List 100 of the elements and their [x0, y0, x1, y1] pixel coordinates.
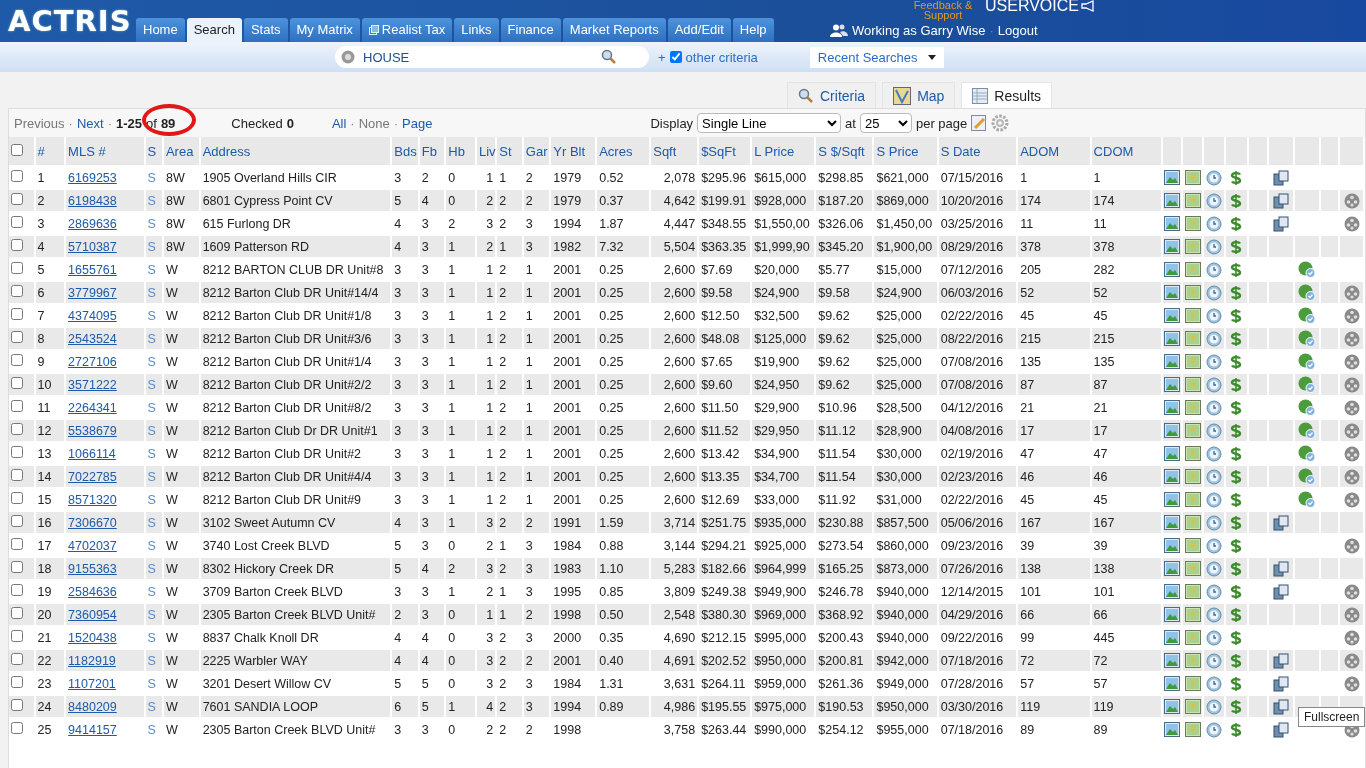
mls-link[interactable]: 8571320	[68, 492, 117, 507]
map-icon[interactable]	[1184, 216, 1201, 232]
status-link[interactable]: S	[147, 170, 156, 185]
view-tab[interactable]: Results	[961, 82, 1053, 108]
map-icon[interactable]	[1184, 446, 1201, 462]
row-checkbox[interactable]	[11, 285, 23, 297]
map-icon[interactable]	[1184, 193, 1201, 209]
row-checkbox[interactable]	[11, 377, 23, 389]
nav-tab[interactable]: Search	[186, 18, 242, 42]
status-link[interactable]: S	[147, 216, 156, 231]
clock-icon[interactable]	[1205, 238, 1222, 255]
nav-tab[interactable]: Add/Edit	[667, 18, 731, 42]
row-checkbox[interactable]	[11, 538, 23, 550]
nav-tab[interactable]: Links	[454, 18, 499, 42]
search-field[interactable]: HOUSE	[361, 48, 595, 66]
documents-icon[interactable]	[1273, 698, 1290, 715]
film-reel-icon[interactable]	[1343, 606, 1360, 623]
map-icon[interactable]	[1184, 423, 1201, 439]
recent-searches-dropdown[interactable]: Recent Searches	[809, 46, 944, 68]
documents-icon[interactable]	[1273, 215, 1290, 232]
documents-icon[interactable]	[1273, 583, 1290, 600]
price-check-icon[interactable]	[1298, 491, 1317, 508]
mls-link[interactable]: 4702037	[68, 538, 117, 553]
nav-tab[interactable]: Help	[732, 18, 774, 42]
dollar-icon[interactable]	[1230, 514, 1243, 531]
documents-icon[interactable]	[1273, 675, 1290, 692]
documents-icon[interactable]	[1273, 560, 1290, 577]
dollar-icon[interactable]	[1230, 698, 1243, 715]
photo-icon[interactable]	[1164, 285, 1181, 301]
logout-link[interactable]: Logout	[997, 23, 1038, 38]
dollar-icon[interactable]	[1230, 353, 1243, 370]
film-reel-icon[interactable]	[1343, 537, 1360, 554]
map-icon[interactable]	[1184, 722, 1201, 738]
clock-icon[interactable]	[1205, 445, 1222, 462]
clock-icon[interactable]	[1205, 169, 1222, 186]
photo-icon[interactable]	[1164, 170, 1181, 186]
film-reel-icon[interactable]	[1343, 468, 1360, 485]
row-checkbox[interactable]	[11, 354, 23, 366]
status-link[interactable]: S	[147, 722, 156, 737]
clock-icon[interactable]	[1205, 284, 1222, 301]
column-header[interactable]: Address	[202, 143, 251, 159]
photo-icon[interactable]	[1164, 699, 1181, 715]
map-icon[interactable]	[1184, 584, 1201, 600]
dollar-icon[interactable]	[1230, 399, 1243, 416]
photo-icon[interactable]	[1164, 354, 1181, 370]
add-button[interactable]: +	[658, 49, 666, 65]
film-reel-icon[interactable]	[1343, 629, 1360, 646]
map-icon[interactable]	[1184, 469, 1201, 485]
view-tab[interactable]: Map	[882, 82, 956, 108]
clock-icon[interactable]	[1205, 698, 1222, 715]
photo-icon[interactable]	[1164, 607, 1181, 623]
dollar-icon[interactable]	[1230, 468, 1243, 485]
photo-icon[interactable]	[1164, 469, 1181, 485]
row-checkbox[interactable]	[11, 653, 23, 665]
dollar-icon[interactable]	[1230, 376, 1243, 393]
photo-icon[interactable]	[1164, 262, 1181, 278]
row-checkbox[interactable]	[11, 630, 23, 642]
nav-tab[interactable]: Stats	[243, 18, 288, 42]
other-criteria-checkbox[interactable]	[669, 51, 682, 63]
row-checkbox[interactable]	[11, 446, 23, 458]
documents-icon[interactable]	[1273, 652, 1290, 669]
map-icon[interactable]	[1184, 331, 1201, 347]
row-checkbox[interactable]	[11, 561, 23, 573]
photo-icon[interactable]	[1164, 331, 1181, 347]
clock-icon[interactable]	[1205, 721, 1222, 738]
map-icon[interactable]	[1184, 285, 1201, 301]
row-checkbox[interactable]	[11, 699, 23, 711]
other-criteria-link[interactable]: other criteria	[685, 49, 758, 65]
clock-icon[interactable]	[1205, 468, 1222, 485]
dollar-icon[interactable]	[1230, 284, 1243, 301]
dollar-icon[interactable]	[1230, 583, 1243, 600]
dollar-icon[interactable]	[1230, 629, 1243, 646]
price-check-icon[interactable]	[1298, 330, 1317, 347]
row-checkbox[interactable]	[11, 400, 23, 412]
price-check-icon[interactable]	[1298, 261, 1317, 278]
row-checkbox[interactable]	[11, 262, 23, 274]
film-reel-icon[interactable]	[1343, 422, 1360, 439]
row-checkbox[interactable]	[11, 331, 23, 343]
map-icon[interactable]	[1184, 354, 1201, 370]
map-icon[interactable]	[1184, 170, 1201, 186]
photo-icon[interactable]	[1164, 216, 1181, 232]
mls-link[interactable]: 4374095	[68, 308, 117, 323]
map-icon[interactable]	[1184, 400, 1201, 416]
price-check-icon[interactable]	[1298, 353, 1317, 370]
photo-icon[interactable]	[1164, 308, 1181, 324]
film-reel-icon[interactable]	[1343, 445, 1360, 462]
clock-icon[interactable]	[1205, 376, 1222, 393]
nav-tab[interactable]: Home	[136, 18, 185, 42]
clock-icon[interactable]	[1205, 560, 1222, 577]
dollar-icon[interactable]	[1230, 491, 1243, 508]
logo[interactable]: ACTRIS	[8, 4, 132, 38]
dollar-icon[interactable]	[1230, 675, 1243, 692]
row-checkbox[interactable]	[11, 676, 23, 688]
clock-icon[interactable]	[1205, 330, 1222, 347]
map-icon[interactable]	[1184, 630, 1201, 646]
dollar-icon[interactable]	[1230, 422, 1243, 439]
film-reel-icon[interactable]	[1343, 491, 1360, 508]
mls-link[interactable]: 6169253	[68, 170, 117, 185]
clock-icon[interactable]	[1205, 606, 1222, 623]
clock-icon[interactable]	[1205, 307, 1222, 324]
